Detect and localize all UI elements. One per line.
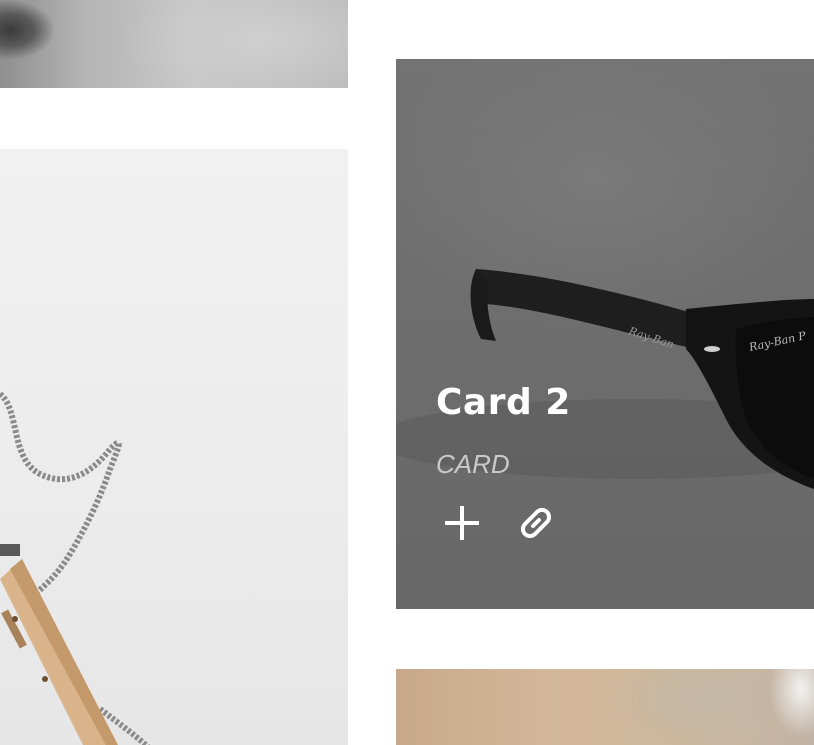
card-title[interactable]: Card 2 (436, 381, 571, 425)
portfolio-item-blurred[interactable] (396, 669, 814, 745)
plus-icon (445, 506, 479, 540)
open-link-button[interactable] (514, 501, 558, 545)
card-caption: Card 2 CARD (436, 381, 571, 479)
lamp-image (0, 391, 151, 745)
portfolio-item-concrete[interactable] (0, 0, 348, 88)
portfolio-card[interactable]: Ray-Ban Ray-Ban P Card 2 CARD (396, 59, 814, 609)
portfolio-grid: Ray-Ban Ray-Ban P Card 2 CARD (0, 0, 814, 745)
card-actions (440, 501, 558, 545)
card-category[interactable]: CARD (436, 449, 571, 479)
portfolio-item-lamp[interactable] (0, 149, 348, 745)
expand-button[interactable] (440, 501, 484, 545)
link-icon (520, 507, 552, 539)
